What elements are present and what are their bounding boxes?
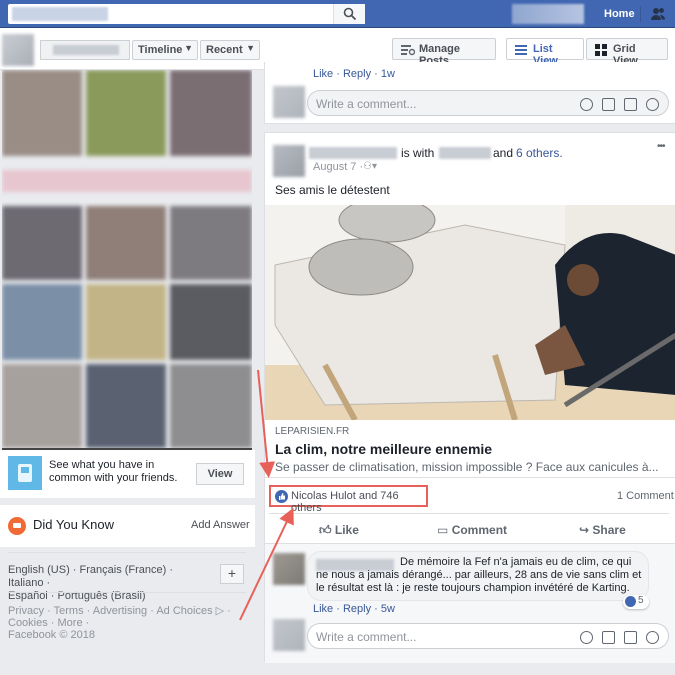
friend-requests-icon[interactable]	[650, 6, 666, 22]
with-text: is with	[401, 146, 435, 160]
comment-input[interactable]: Write a comment...	[307, 623, 669, 649]
comment-bubble: De mémoire la Fef n'a jamais eu de clim,…	[307, 551, 649, 601]
reactions-text[interactable]: Nicolas Hulot and 746 others	[291, 490, 426, 514]
sticker-icon[interactable]	[646, 98, 659, 111]
chevron-down-icon: ▼	[246, 43, 255, 53]
friends-compare-icon	[8, 456, 42, 490]
comment-actions[interactable]: Like · Reply · 1w	[313, 68, 395, 80]
link-preview-image[interactable]	[265, 205, 675, 420]
more-options-icon[interactable]: •••	[657, 141, 665, 152]
like-label: Like	[334, 523, 359, 537]
manage-posts-icon	[401, 45, 415, 56]
comment-button[interactable]: ▭ Comment	[437, 523, 507, 537]
list-view-button[interactable]: List View	[506, 38, 584, 67]
comments-count[interactable]: 1 Comment	[617, 490, 674, 502]
share-icon: ↪	[579, 523, 590, 537]
comment-placeholder: Write a comment...	[316, 97, 417, 111]
add-answer-link[interactable]: Add Answer	[191, 519, 250, 531]
list-view-icon	[515, 45, 527, 55]
language-line-1[interactable]: English (US) · Français (France) · Itali…	[8, 564, 208, 590]
audience-icon[interactable]: ⚇▾	[363, 161, 377, 172]
did-you-know-title: Did You Know	[33, 517, 114, 532]
thumbs-up-icon: 👍︎	[319, 523, 332, 537]
camera-icon[interactable]	[602, 98, 615, 111]
search-input[interactable]	[8, 4, 365, 24]
comment-text: De mémoire la Fef n'a jamais eu de clim,…	[316, 556, 642, 594]
comment-input[interactable]: Write a comment...	[307, 90, 669, 116]
view-button[interactable]: View	[196, 463, 244, 485]
gif-icon[interactable]	[624, 631, 637, 644]
post-text: Ses amis le détestent	[275, 183, 390, 197]
divider	[269, 513, 669, 514]
comment-likes-badge[interactable]: 5	[623, 595, 649, 609]
author-name-redacted[interactable]	[309, 147, 397, 159]
divider	[640, 6, 641, 22]
profile-shortcut-redacted[interactable]	[512, 4, 584, 24]
link-domain: LEPARISIEN.FR	[275, 426, 350, 437]
top-navbar: Home	[0, 0, 675, 28]
like-reaction-icon	[275, 490, 288, 503]
camera-icon[interactable]	[602, 631, 615, 644]
friends-photo-grid[interactable]	[2, 70, 252, 448]
divider	[8, 592, 246, 593]
language-links[interactable]: English (US) · Français (France) · Itali…	[8, 564, 208, 603]
chevron-down-icon: ▼	[184, 43, 193, 53]
tagged-friend-redacted[interactable]	[439, 147, 491, 159]
manage-posts-button[interactable]: Manage Posts	[392, 38, 496, 67]
speech-bubble-icon	[8, 517, 26, 535]
divider	[8, 552, 246, 553]
add-language-button[interactable]: +	[220, 564, 244, 584]
gif-icon[interactable]	[624, 98, 637, 111]
link-preview-meta[interactable]: LEPARISIEN.FR La clim, notre meilleure e…	[265, 420, 675, 478]
footer-links: Privacy · Terms · Advertising · Ad Choic…	[8, 605, 248, 641]
home-link[interactable]: Home	[604, 8, 635, 20]
and-text: and	[493, 146, 514, 160]
footer-line-2[interactable]: Cookies · More ·	[8, 617, 248, 629]
avatar[interactable]	[273, 145, 305, 177]
comment-actions[interactable]: Like · Reply · 5w	[313, 603, 395, 615]
promo-text: See what you have in common with your fr…	[49, 459, 178, 484]
avatar[interactable]	[273, 86, 305, 118]
recent-label: Recent	[206, 44, 243, 56]
recent-dropdown[interactable]: Recent ▼	[200, 40, 260, 60]
comment-likes-count: 5	[638, 595, 644, 606]
avatar[interactable]	[273, 553, 305, 585]
grid-view-button[interactable]: Grid View	[586, 38, 668, 67]
comment-placeholder: Write a comment...	[316, 630, 417, 644]
search-icon	[343, 7, 357, 21]
reactions-summary[interactable]: Nicolas Hulot and 746 others	[269, 485, 428, 514]
grid-view-icon	[595, 44, 607, 56]
emoji-icon[interactable]	[580, 98, 593, 111]
comment-label: Comment	[451, 523, 508, 537]
did-you-know-card: Did You Know Add Answer	[0, 505, 255, 547]
link-title[interactable]: La clim, notre meilleure ennemie	[275, 441, 492, 457]
avatar[interactable]	[2, 34, 34, 66]
air-conditioner-photo	[265, 205, 675, 420]
emoji-icon[interactable]	[580, 631, 593, 644]
search-button[interactable]	[333, 4, 365, 24]
name-field-redacted[interactable]	[40, 40, 130, 60]
post-timestamp[interactable]: August 7 ·	[313, 161, 363, 173]
link-description: Se passer de climatisation, mission impo…	[275, 460, 659, 474]
timeline-dropdown[interactable]: Timeline ▼	[132, 40, 198, 60]
feed-post: is with and 6 others. August 7 · ⚇▾ ••• …	[264, 132, 675, 663]
tagged-others-link[interactable]: 6 others.	[516, 146, 563, 160]
left-column: See what you have in common with your fr…	[0, 70, 255, 675]
comment-icon: ▭	[437, 523, 449, 537]
copyright: Facebook © 2018	[8, 629, 95, 641]
share-button[interactable]: ↪ Share	[579, 523, 626, 537]
footer-line-1[interactable]: Privacy · Terms · Advertising · Ad Choic…	[8, 605, 248, 617]
timeline-label: Timeline	[138, 44, 183, 56]
common-friends-promo: See what you have in common with your fr…	[0, 450, 255, 498]
like-button[interactable]: 👍︎ Like	[319, 523, 359, 538]
previous-post-tail: Like · Reply · 1w Write a comment...	[264, 62, 675, 124]
share-label: Share	[592, 523, 626, 537]
search-query-redacted	[12, 7, 108, 21]
like-reaction-icon	[625, 596, 636, 607]
avatar[interactable]	[273, 619, 305, 651]
sticker-icon[interactable]	[646, 631, 659, 644]
